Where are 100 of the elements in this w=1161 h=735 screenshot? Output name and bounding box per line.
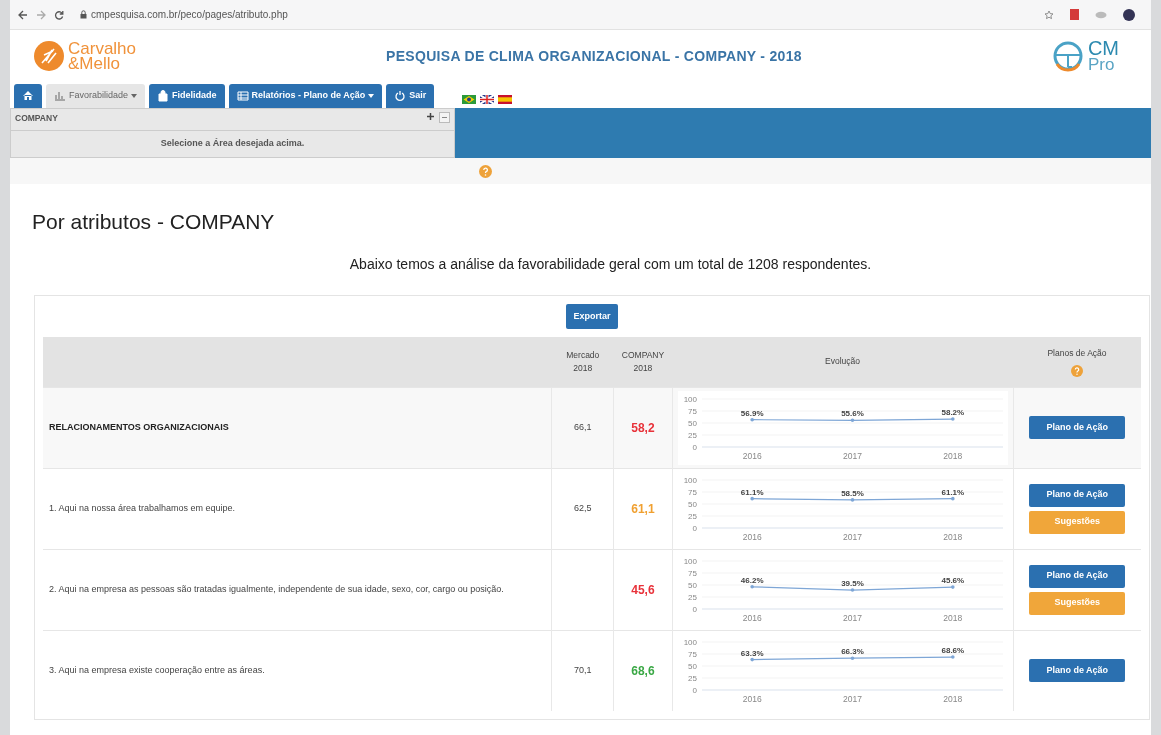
area-hint-text: Selecione a Área desejada acima. bbox=[160, 137, 305, 151]
uk-flag-icon bbox=[480, 95, 495, 104]
axis-tick-label: 50 bbox=[687, 661, 697, 671]
axis-tick-label: 100 bbox=[683, 637, 697, 647]
help-icon[interactable] bbox=[479, 165, 492, 179]
market-value: 70,1 bbox=[574, 664, 592, 675]
axis-tick-label: 100 bbox=[683, 475, 697, 485]
market-value: 62,5 bbox=[574, 502, 592, 513]
data-label: 61.1% bbox=[941, 487, 964, 497]
page-heading: Por atributos - COMPANY bbox=[31, 209, 276, 235]
axis-tick-label: 100 bbox=[683, 394, 697, 404]
company-value: 58,2 bbox=[631, 420, 655, 435]
column-header: Planos de Ação bbox=[1013, 337, 1141, 387]
logo-text: &Mello bbox=[68, 56, 121, 71]
company-value: 68,6 bbox=[631, 663, 655, 678]
caret-icon bbox=[368, 94, 375, 98]
axis-tick-label: 100 bbox=[683, 556, 697, 566]
data-point bbox=[850, 497, 854, 502]
axis-tick-label: 2018 bbox=[942, 693, 962, 704]
spain-flag-icon bbox=[498, 95, 513, 104]
axis-tick-label: 50 bbox=[687, 499, 697, 509]
plus-icon[interactable] bbox=[426, 112, 435, 121]
globe-logo-icon bbox=[1051, 40, 1084, 72]
axis-tick-label: 2017 bbox=[842, 531, 862, 542]
data-point bbox=[850, 655, 854, 660]
export-button[interactable]: Exportar bbox=[566, 303, 618, 329]
axis-tick-label: 25 bbox=[687, 673, 697, 683]
nav-tab[interactable]: Relatórios - Plano de Ação bbox=[228, 84, 383, 108]
url-text[interactable]: cmpesquisa.com.br/peco/pages/atributo.php bbox=[91, 7, 288, 22]
logo-text: CM bbox=[1087, 40, 1119, 57]
data-point bbox=[950, 584, 955, 589]
page-title: PESQUISA DE CLIMA ORGANIZACIONAL - COMPANY - 2018 bbox=[386, 47, 802, 64]
nav-tab[interactable]: Sair bbox=[386, 84, 435, 108]
data-point bbox=[749, 417, 754, 421]
home-tab[interactable] bbox=[14, 84, 42, 108]
action-plan-button[interactable]: Plano de Ação bbox=[1029, 659, 1126, 682]
axis-tick-label: 2016 bbox=[742, 531, 762, 542]
axis-tick-label: 75 bbox=[687, 649, 697, 659]
data-label: 39.5% bbox=[840, 578, 864, 588]
axis-tick-label: 0 bbox=[692, 523, 697, 533]
forward-icon[interactable] bbox=[36, 9, 46, 20]
company-value: 61,1 bbox=[631, 501, 655, 516]
market-value: 66,1 bbox=[574, 421, 592, 432]
axis-tick-label: 2018 bbox=[942, 612, 962, 623]
data-label: 66.3% bbox=[840, 646, 864, 656]
axis-tick-label: 2018 bbox=[942, 531, 962, 542]
nav-tab[interactable]: Fidelidade bbox=[149, 84, 225, 108]
axis-tick-label: 0 bbox=[692, 442, 697, 452]
column-header: Mercado 2018 bbox=[551, 337, 614, 387]
profile-avatar-icon[interactable] bbox=[1123, 8, 1135, 21]
action-plan-button[interactable]: Plano de Ação bbox=[1029, 483, 1126, 507]
brazil-flag-icon bbox=[462, 95, 477, 104]
back-icon[interactable] bbox=[18, 9, 28, 20]
row-label: 3. Aqui na empresa existe cooperação entre as áreas. bbox=[49, 664, 265, 675]
data-point bbox=[749, 496, 754, 500]
star-icon[interactable] bbox=[1044, 9, 1054, 20]
caret-icon bbox=[131, 94, 138, 98]
axis-tick-label: 2018 bbox=[942, 450, 962, 461]
row-label: RELACIONAMENTOS ORGANIZACIONAIS bbox=[49, 421, 229, 432]
data-label: 45.6% bbox=[941, 575, 964, 585]
bag-icon bbox=[157, 90, 170, 102]
help-icon[interactable] bbox=[1071, 364, 1083, 377]
power-icon bbox=[394, 90, 407, 102]
data-label: 68.6% bbox=[941, 645, 964, 655]
column-header: Evolução bbox=[672, 337, 1013, 387]
axis-tick-label: 2016 bbox=[742, 450, 762, 461]
data-point bbox=[950, 496, 955, 500]
axis-tick-label: 2016 bbox=[742, 612, 762, 623]
data-label: 58.5% bbox=[840, 488, 864, 498]
axis-tick-label: 75 bbox=[687, 568, 697, 578]
data-label: 61.1% bbox=[740, 487, 763, 497]
nav-tab[interactable]: Favorabilidade bbox=[46, 84, 146, 108]
data-point bbox=[850, 587, 854, 592]
column-header: COMPANY 2018 bbox=[613, 337, 672, 387]
axis-tick-label: 75 bbox=[687, 487, 697, 497]
company-label: COMPANY bbox=[15, 112, 58, 125]
data-label: 58.2% bbox=[941, 407, 964, 417]
axis-tick-label: 50 bbox=[687, 580, 697, 590]
axis-tick-label: 25 bbox=[687, 430, 697, 440]
summary-text: Abaixo temos a análise da favorabilidade geral com um total de 1208 respondentes. bbox=[349, 255, 872, 272]
axis-tick-label: 0 bbox=[692, 685, 697, 695]
minus-icon[interactable] bbox=[439, 112, 450, 123]
row-label: 1. Aqui na nossa área trabalhamos em equipe. bbox=[49, 502, 236, 513]
axis-tick-label: 2017 bbox=[842, 450, 862, 461]
action-plan-button[interactable]: Plano de Ação bbox=[1029, 564, 1126, 588]
data-label: 63.3% bbox=[740, 648, 763, 658]
axis-tick-label: 25 bbox=[687, 592, 697, 602]
lock-icon bbox=[80, 10, 87, 19]
reload-icon[interactable] bbox=[54, 9, 64, 20]
list-icon bbox=[236, 90, 249, 102]
data-label: 56.9% bbox=[740, 408, 763, 418]
action-plan-button[interactable]: Plano de Ação bbox=[1029, 416, 1126, 439]
data-label: 46.2% bbox=[740, 575, 763, 585]
axis-tick-label: 2017 bbox=[842, 693, 862, 704]
data-point bbox=[950, 654, 955, 659]
bar-chart-icon bbox=[54, 90, 66, 102]
axis-tick-label: 50 bbox=[687, 418, 697, 428]
data-point bbox=[850, 418, 854, 422]
data-label: 55.6% bbox=[840, 408, 864, 418]
row-label: 2. Aqui na empresa as pessoas são tratadas igualmente, independente de sua idade, sexo, cor, cargo ou posição. bbox=[49, 583, 504, 594]
